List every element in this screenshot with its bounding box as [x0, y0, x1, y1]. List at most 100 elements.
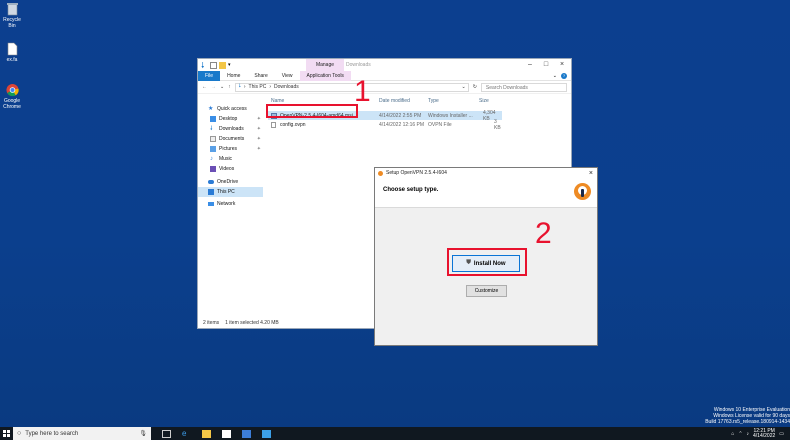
- explorer-titlebar: 🠗 ▾ Manage Downloads – □ ×: [198, 59, 571, 71]
- volume-icon[interactable]: ♪: [747, 431, 750, 437]
- sidebar-item-downloads[interactable]: 🠗 Downloads ✦: [198, 124, 263, 134]
- network-tray-icon[interactable]: ⌂: [731, 431, 734, 437]
- videos-icon: [210, 166, 216, 172]
- tab-application-tools[interactable]: Application Tools: [299, 70, 351, 81]
- pc-icon: [208, 189, 214, 195]
- sidebar-item-quick-access[interactable]: ★ Quick access: [198, 104, 263, 114]
- documents-icon: [210, 136, 216, 142]
- tab-view[interactable]: View: [275, 71, 300, 81]
- quick-access-toolbar: 🠗 ▾: [201, 61, 235, 69]
- search-icon: ○: [17, 430, 22, 437]
- file-icon: [271, 121, 276, 128]
- task-view-icon[interactable]: [162, 429, 171, 438]
- sidebar-item-desktop[interactable]: Desktop ✦: [198, 114, 263, 124]
- download-icon: 🠗: [238, 83, 241, 89]
- step-number-2: 2: [535, 217, 552, 250]
- chevron-down-icon[interactable]: ⌄: [220, 84, 224, 90]
- step-number-1: 1: [354, 75, 371, 108]
- desktop-icon-label: Google Chrome: [3, 98, 21, 110]
- column-header-type[interactable]: Type: [428, 98, 439, 104]
- file-type: Windows Installer ...: [428, 112, 473, 119]
- file-date: 4/14/2022 2:55 PM: [379, 112, 422, 119]
- download-arrow-icon[interactable]: 🠗: [201, 61, 208, 69]
- dialog-title: Setup OpenVPN 2.5.4-I604: [386, 170, 447, 176]
- desktop-icon: [210, 116, 216, 122]
- sidebar-item-onedrive[interactable]: OneDrive: [198, 177, 263, 187]
- onedrive-icon: [208, 180, 214, 184]
- up-arrow-icon[interactable]: ↑: [228, 84, 231, 90]
- close-icon[interactable]: ×: [589, 170, 593, 177]
- sidebar-item-this-pc[interactable]: This PC: [198, 187, 263, 197]
- sidebar-item-pictures[interactable]: Pictures ✦: [198, 144, 263, 154]
- tab-home[interactable]: Home: [220, 71, 247, 81]
- music-icon: ♪: [210, 156, 213, 162]
- customize-button[interactable]: Customize: [466, 285, 507, 297]
- recycle-bin-icon: [6, 3, 18, 16]
- manage-tab[interactable]: Manage: [306, 59, 344, 71]
- microphone-icon[interactable]: 🎙: [139, 430, 147, 437]
- chrome-icon: [5, 83, 19, 97]
- column-header-date[interactable]: Date modified: [379, 98, 410, 104]
- file-explorer-icon[interactable]: [202, 429, 211, 438]
- mail-icon[interactable]: [242, 429, 251, 438]
- dialog-titlebar: Setup OpenVPN 2.5.4-I604 ×: [375, 168, 597, 178]
- pictures-icon: [210, 146, 216, 152]
- desktop-icon-recycle-bin[interactable]: Recycle Bin: [0, 2, 24, 29]
- folder-icon[interactable]: [219, 61, 226, 69]
- selection-info: 1 item selected 4.20 MB: [225, 319, 279, 326]
- dialog-header: Choose setup type.: [375, 178, 597, 208]
- minimize-icon[interactable]: –: [522, 59, 538, 71]
- sidebar-item-music[interactable]: ♪ Music: [198, 154, 263, 164]
- back-arrow-icon[interactable]: ←: [202, 84, 207, 90]
- ribbon-tabs: File Home Share View Application Tools ⌄…: [198, 70, 571, 81]
- desktop-icon-file[interactable]: ex.fa: [0, 42, 24, 63]
- pin-icon: ✦: [256, 146, 261, 152]
- breadcrumb-downloads[interactable]: Downloads: [274, 84, 299, 90]
- highlight-box-install: [447, 248, 527, 276]
- store-icon[interactable]: [222, 429, 231, 438]
- edge-icon[interactable]: e: [182, 429, 191, 438]
- maximize-icon[interactable]: □: [538, 59, 554, 71]
- notification-icon[interactable]: ▭: [779, 431, 784, 437]
- chevron-down-icon[interactable]: ⌄: [553, 73, 557, 79]
- pin-icon: ✦: [256, 136, 261, 142]
- desktop-icon-label: ex.fa: [6, 57, 18, 63]
- tab-share[interactable]: Share: [247, 71, 274, 81]
- table-row[interactable]: config.ovpn 4/14/2022 12:16 PM OVPN File…: [268, 119, 502, 131]
- address-bar[interactable]: 🠗 › This PC › Downloads ⌄: [234, 82, 469, 92]
- clock[interactable]: 12:21 PM 4/14/2022: [753, 428, 775, 439]
- download-icon: 🠗: [210, 126, 213, 132]
- desktop-icon-label: Recycle Bin: [3, 17, 21, 29]
- star-icon: ★: [208, 106, 214, 112]
- file-name: config.ovpn: [280, 121, 306, 128]
- column-header-size[interactable]: Size: [479, 98, 489, 104]
- breadcrumb-this-pc[interactable]: This PC: [249, 84, 267, 90]
- properties-icon[interactable]: [210, 61, 217, 69]
- desktop-icon-chrome[interactable]: Google Chrome: [0, 83, 24, 110]
- sidebar-item-documents[interactable]: Documents ✦: [198, 134, 263, 144]
- chevron-up-icon[interactable]: ⌃: [738, 431, 742, 437]
- windows-watermark: Windows 10 Enterprise Evaluation Windows…: [705, 407, 790, 425]
- chevron-down-icon[interactable]: ⌄: [462, 84, 466, 90]
- file-icon: [7, 42, 17, 56]
- sidebar-item-network[interactable]: Network: [198, 199, 263, 209]
- taskbar-search[interactable]: ○ Type here to search 🎙: [13, 427, 151, 440]
- close-icon[interactable]: ×: [554, 59, 570, 71]
- help-icon[interactable]: ?: [561, 72, 567, 79]
- windows-start-icon[interactable]: [3, 430, 10, 437]
- pin-icon: ✦: [256, 116, 261, 122]
- highlight-box-msi: [266, 104, 358, 118]
- tab-file[interactable]: File: [198, 70, 221, 81]
- refresh-icon[interactable]: ↻: [473, 84, 477, 90]
- address-row: ← → ⌄ ↑ 🠗 › This PC › Downloads ⌄ ↻ Sear…: [198, 81, 571, 94]
- openvpn-icon: [378, 170, 383, 176]
- file-date: 4/14/2022 12:16 PM: [379, 121, 425, 128]
- taskbar: ○ Type here to search 🎙 e ⌂ ⌃ ♪ 12:21 PM…: [0, 427, 790, 440]
- network-icon: [208, 202, 214, 206]
- item-count: 2 items: [203, 319, 220, 326]
- forward-arrow-icon[interactable]: →: [211, 84, 216, 90]
- search-input[interactable]: Search Downloads: [480, 82, 567, 92]
- chevron-down-icon[interactable]: ▾: [228, 62, 235, 69]
- app-icon[interactable]: [262, 429, 271, 438]
- sidebar-item-videos[interactable]: Videos: [198, 164, 263, 174]
